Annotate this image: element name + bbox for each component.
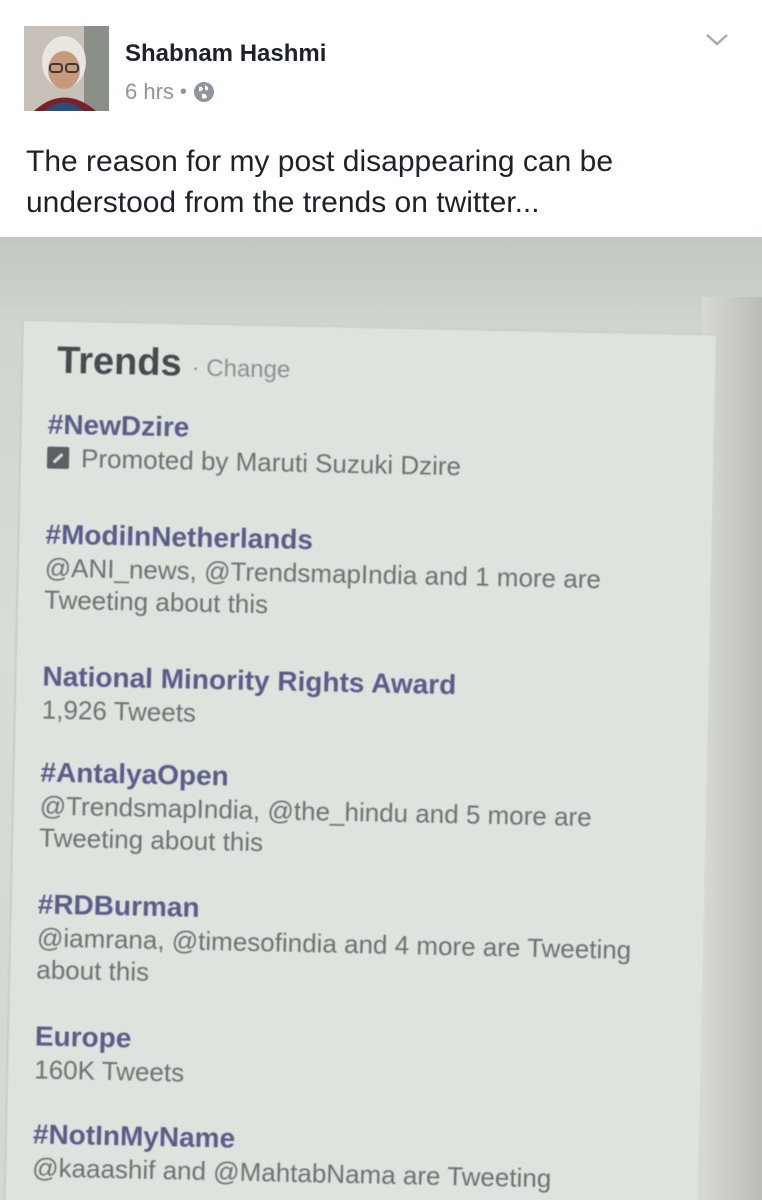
facebook-post: Shabnam Hashmi 6 hrs • The reason for my… bbox=[0, 0, 762, 1200]
screen-edge bbox=[0, 237, 762, 327]
twitter-trends-panel: Trends · Change #NewDzire Promoted by Ma… bbox=[3, 319, 716, 1200]
trend-sub: @ANI_news, @TrendsmapIndia and 1 more ar… bbox=[43, 552, 602, 620]
post-meta: 6 hrs • bbox=[125, 79, 215, 105]
trend-item: Europe 160K Tweets bbox=[34, 1019, 675, 1098]
post-header: Shabnam Hashmi 6 hrs • bbox=[24, 26, 738, 112]
trend-item: #NewDzire Promoted by Maruti Suzuki Dzir… bbox=[46, 408, 688, 487]
trend-item: #AntalyaOpen @TrendsmapIndia, @the_hindu… bbox=[39, 755, 681, 866]
trend-sub: Promoted by Maruti Suzuki Dzire bbox=[80, 443, 462, 482]
promoted-icon bbox=[46, 446, 70, 470]
chevron-down-icon[interactable] bbox=[704, 30, 730, 50]
trends-change-link: · Change bbox=[191, 354, 291, 384]
trends-header: Trends · Change bbox=[57, 340, 291, 388]
trend-sub: @iamrana, @timesofindia and 4 more are T… bbox=[36, 922, 632, 987]
trends-title: Trends bbox=[56, 339, 183, 385]
avatar[interactable] bbox=[24, 26, 109, 111]
trend-item: #NotInMyName @kaaashif and @MahtabNama a… bbox=[32, 1117, 673, 1196]
post-photo[interactable]: Trends · Change #NewDzire Promoted by Ma… bbox=[0, 237, 762, 1200]
post-text: The reason for my post disappearing can … bbox=[26, 145, 614, 219]
globe-icon[interactable] bbox=[193, 81, 215, 103]
meta-separator: • bbox=[179, 80, 187, 103]
author-name[interactable]: Shabnam Hashmi bbox=[125, 40, 326, 68]
post-time[interactable]: 6 hrs bbox=[125, 79, 174, 105]
trend-item: #RDBurman @iamrana, @timesofindia and 4 … bbox=[36, 887, 678, 998]
trend-sub: @TrendsmapIndia, @the_hindu and 5 more a… bbox=[38, 790, 592, 858]
trend-item: National Minority Rights Award 1,926 Twe… bbox=[41, 660, 682, 739]
trend-item: #ModiInNetherlands @ANI_news, @Trendsmap… bbox=[44, 518, 686, 629]
